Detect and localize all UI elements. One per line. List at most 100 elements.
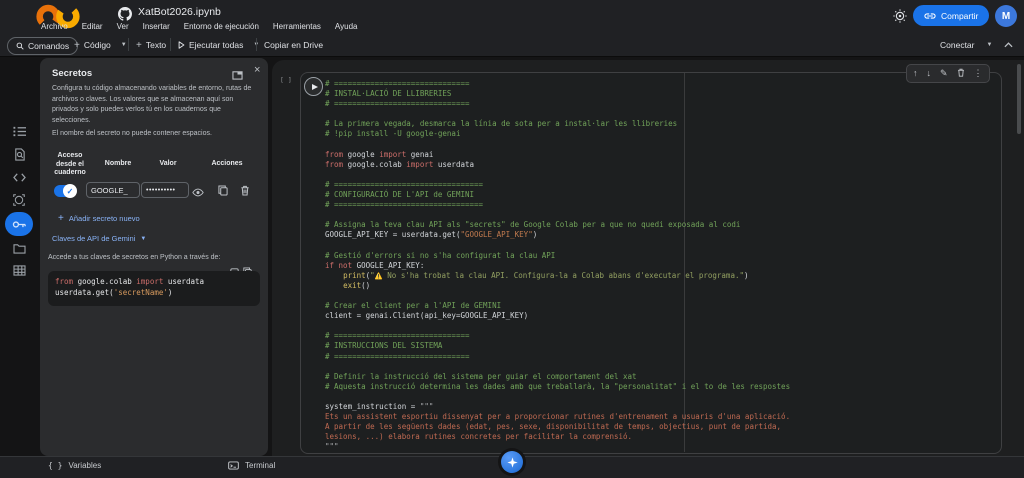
code-line: client = genai.Client(api_key=GOOGLE_API… — [325, 311, 790, 321]
code-line: # !pip install -U google-genai — [325, 129, 790, 139]
copy-to-drive-label: Copiar en Drive — [264, 40, 323, 50]
code-line — [325, 241, 790, 251]
code-line: # Gestió d'errors si no s'ha configurat … — [325, 251, 790, 261]
notebook-filename[interactable]: XatBot2026.ipynb — [138, 6, 221, 18]
files-folder-icon[interactable] — [5, 238, 33, 258]
table-of-contents-icon[interactable] — [5, 121, 33, 141]
secrets-key-icon[interactable] — [5, 212, 33, 236]
copy-to-drive-button[interactable]: Copiar en Drive — [264, 37, 323, 53]
snippet-lines: from google.colab import userdatauserdat… — [55, 276, 260, 298]
code-line: # ============================== — [325, 331, 790, 341]
code-line: # INSTAL·LACIÓ DE LLIBRERIES — [325, 89, 790, 99]
copy-secret-icon[interactable] — [218, 183, 228, 201]
code-line: system_instruction = """ — [325, 402, 790, 412]
notebook-access-toggle[interactable]: ✓ — [54, 185, 76, 197]
more-options-icon[interactable]: ⋮ — [974, 69, 983, 78]
terminal-icon — [228, 461, 239, 470]
code-line — [325, 321, 790, 331]
panel-title: Secretos — [52, 68, 92, 79]
add-text-button[interactable]: + Texto — [136, 37, 166, 53]
code-line: Ets un assistent esportiu dissenyat per … — [325, 412, 790, 422]
top-header: XatBot2026.ipynb Archivo Editar Ver Inserta… — [0, 0, 1024, 33]
add-text-label: Texto — [146, 40, 166, 50]
chevron-down-icon[interactable]: ▼ — [121, 42, 127, 48]
code-line: # INSTRUCCIONS DEL SISTEMA — [325, 341, 790, 351]
connect-button[interactable]: Conectar ▼ — [940, 37, 992, 53]
toolbar-divider — [128, 38, 129, 51]
show-value-eye-icon[interactable] — [192, 184, 204, 202]
column-header-name: Nombre — [96, 160, 140, 169]
find-replace-icon[interactable] — [5, 144, 33, 164]
code-line: # CONFIGURACIÓ DE L'API de GEMINI — [325, 190, 790, 200]
panel-description: Configura tu código almacenando variable… — [52, 84, 256, 126]
code-line: # ================================= — [325, 200, 790, 210]
edit-with-ai-icon[interactable]: ✎ — [940, 69, 948, 78]
delete-cell-icon[interactable] — [957, 68, 965, 79]
code-line: userdata.get('secretName') — [55, 287, 260, 298]
share-button[interactable]: Compartir — [913, 5, 989, 26]
code-line: # Definir la instrucció del sistema per … — [325, 372, 790, 382]
secret-value-input[interactable]: •••••••••• — [141, 182, 189, 198]
code-line: print("⚠️ No s'ha trobat la clau API. Co… — [325, 271, 790, 281]
toolbar-divider — [256, 38, 257, 51]
settings-gear-icon[interactable] — [893, 9, 907, 28]
plus-icon: + — [58, 213, 64, 224]
gemini-keys-label: Claves de API de Gemini — [52, 234, 135, 243]
column-header-access: Acceso desde el cuaderno — [48, 152, 92, 178]
gemini-fab-button[interactable] — [501, 451, 523, 473]
link-icon — [924, 12, 936, 20]
chevron-down-icon[interactable]: ▼ — [987, 42, 993, 48]
add-secret-button[interactable]: + Añadir secreto nuevo — [58, 213, 140, 224]
chevron-down-icon: ▼ — [140, 236, 146, 242]
variables-label: Variables — [68, 461, 101, 470]
add-code-button[interactable]: + Código ▼ — [74, 37, 127, 53]
menu-item-insertar[interactable]: Insertar — [143, 22, 170, 31]
data-table-icon[interactable] — [5, 260, 33, 280]
code-line: # ================================= — [325, 180, 790, 190]
code-line — [325, 362, 790, 372]
run-all-label: Ejecutar todas — [189, 40, 243, 50]
avatar[interactable]: M — [995, 5, 1017, 27]
code-line: if not GOOGLE_API_KEY: — [325, 261, 790, 271]
code-line: # ============================== — [325, 352, 790, 362]
move-cell-down-icon[interactable]: ↓ — [927, 69, 932, 78]
menu-item-herramientas[interactable]: Herramientas — [273, 22, 321, 31]
terminal-button[interactable]: Terminal — [228, 461, 275, 470]
code-line: # La primera vegada, desmarca la línia d… — [325, 119, 790, 129]
run-all-button[interactable]: Ejecutar todas ▼ — [178, 37, 259, 53]
column-header-value: Valor — [148, 160, 188, 169]
code-line: """ — [325, 442, 790, 452]
variables-button[interactable]: { } Variables — [48, 461, 101, 470]
scrollbar-thumb[interactable] — [1017, 64, 1021, 134]
code-line: # ============================== — [325, 79, 790, 89]
move-cell-up-icon[interactable]: ↑ — [913, 69, 918, 78]
menu-item-ver[interactable]: Ver — [117, 22, 129, 31]
code-lines[interactable]: # ==============================# INSTAL… — [325, 79, 790, 452]
braces-icon: { } — [48, 461, 62, 470]
left-icon-rail — [0, 56, 36, 456]
secret-name-input[interactable]: GOOGLE_ — [86, 182, 140, 198]
add-code-label: Código — [84, 40, 111, 50]
delete-secret-icon[interactable] — [240, 183, 250, 201]
commands-button[interactable]: Comandos — [7, 37, 78, 55]
menu-item-ayuda[interactable]: Ayuda — [335, 22, 358, 31]
menu-item-editar[interactable]: Editar — [82, 22, 103, 31]
close-panel-icon[interactable]: × — [254, 64, 260, 76]
toggle-check-icon: ✓ — [63, 184, 77, 198]
code-snippets-icon[interactable] — [5, 167, 33, 187]
menu-item-entorno-de-ejecuci-n[interactable]: Entorno de ejecución — [184, 22, 259, 31]
toolbar-divider — [170, 38, 171, 51]
code-line — [325, 109, 790, 119]
gemini-spark-icon[interactable] — [5, 190, 33, 210]
code-line: # Crear el client per a l'API de GEMINI — [325, 301, 790, 311]
search-icon — [16, 42, 24, 50]
popout-panel-icon[interactable] — [232, 67, 243, 85]
gemini-api-keys-link[interactable]: Claves de API de Gemini ▼ — [52, 234, 146, 243]
connect-label: Conectar — [940, 40, 975, 50]
terminal-label: Terminal — [245, 461, 275, 470]
run-cell-button[interactable] — [304, 77, 323, 96]
share-label: Compartir — [941, 11, 978, 21]
menu-item-archivo[interactable]: Archivo — [41, 22, 68, 31]
cell-toolbar: ↑ ↓ ✎ ⋮ — [906, 64, 990, 83]
collapse-header-icon[interactable] — [1004, 37, 1013, 53]
